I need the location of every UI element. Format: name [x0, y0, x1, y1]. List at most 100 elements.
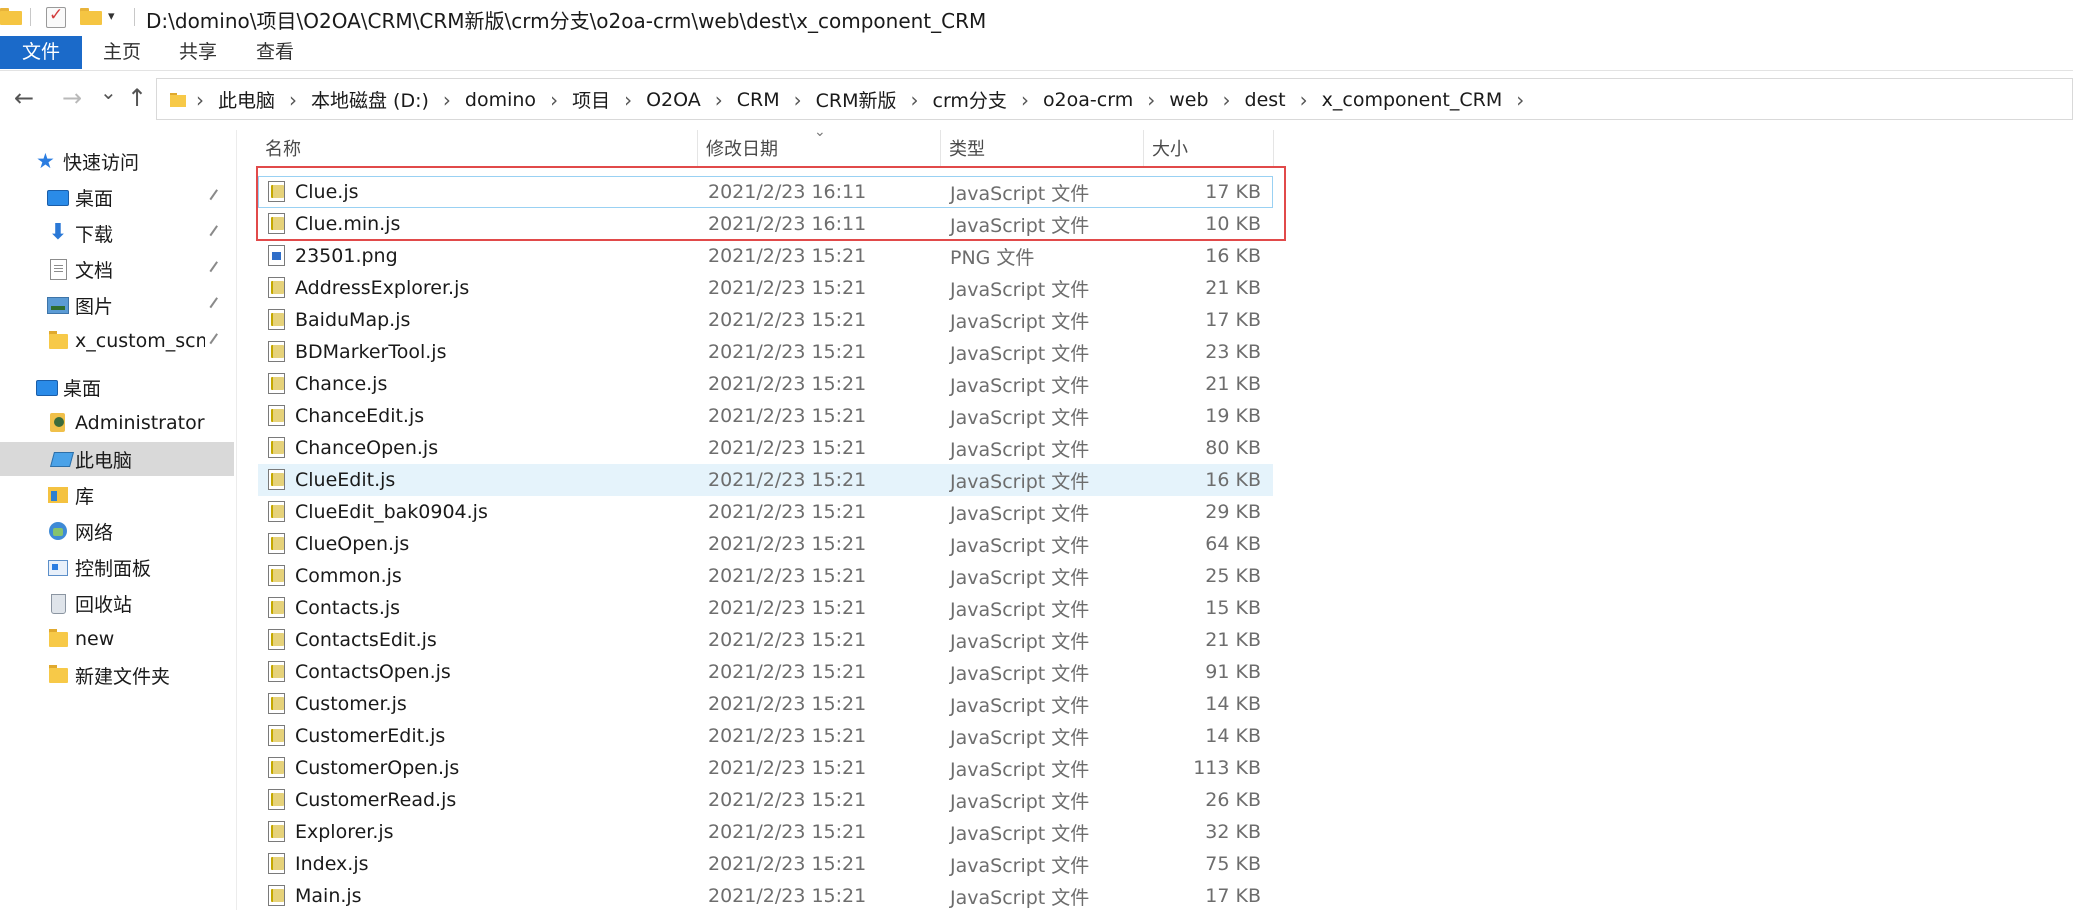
file-type: JavaScript 文件 [950, 566, 1090, 589]
annotation-highlight-box [256, 166, 1286, 241]
file-row[interactable]: CustomerEdit.js 2021/2/23 15:21 JavaScri… [258, 720, 1273, 752]
file-row[interactable]: CustomerRead.js 2021/2/23 15:21 JavaScri… [258, 784, 1273, 816]
breadcrumb-this-pc[interactable]: 此电脑 [208, 86, 285, 113]
tab-home[interactable]: 主页 [103, 36, 141, 69]
breadcrumb-project[interactable]: 项目 [562, 86, 620, 113]
file-row[interactable]: CustomerOpen.js 2021/2/23 15:21 JavaScri… [258, 752, 1273, 784]
breadcrumb-separator[interactable]: › [711, 88, 727, 112]
breadcrumb-o2oa-crm[interactable]: o2oa-crm [1033, 89, 1143, 111]
file-row[interactable]: 23501.png 2021/2/23 15:21 PNG 文件 16 KB [258, 240, 1273, 272]
sidebar-item-this-pc[interactable]: 此电脑 [0, 442, 234, 476]
tab-share[interactable]: 共享 [179, 36, 217, 69]
file-type: JavaScript 文件 [950, 822, 1090, 845]
file-row[interactable]: Chance.js 2021/2/23 15:21 JavaScript 文件 … [258, 368, 1273, 400]
recent-locations-button[interactable]: ⌄ [100, 80, 117, 104]
sidebar-item-desktop[interactable]: 桌面 [0, 370, 234, 404]
file-row[interactable]: ChanceEdit.js 2021/2/23 15:21 JavaScript… [258, 400, 1273, 432]
sidebar-item-new[interactable]: new [0, 622, 234, 656]
breadcrumb-crm-branch[interactable]: crm分支 [923, 86, 1017, 113]
file-name: AddressExplorer.js [295, 277, 470, 299]
breadcrumb-separator[interactable]: › [1017, 88, 1033, 112]
properties-icon[interactable]: ✓ [46, 5, 66, 28]
file-date: 2021/2/23 15:21 [708, 565, 867, 587]
breadcrumb-separator[interactable]: › [439, 88, 455, 112]
breadcrumb-separator[interactable]: › [285, 88, 301, 112]
file-name: BaiduMap.js [295, 309, 411, 331]
sidebar-item-control-panel[interactable]: 控制面板 [0, 550, 234, 584]
column-header-size[interactable]: 大小 [1152, 133, 1188, 167]
breadcrumb-separator[interactable]: › [1219, 88, 1235, 112]
column-divider[interactable] [940, 130, 941, 168]
file-row[interactable]: ContactsEdit.js 2021/2/23 15:21 JavaScri… [258, 624, 1273, 656]
breadcrumb-dest[interactable]: dest [1235, 89, 1296, 111]
file-date: 2021/2/23 15:21 [708, 693, 867, 715]
breadcrumb-o2oa[interactable]: O2OA [636, 89, 711, 111]
tab-view[interactable]: 查看 [256, 36, 294, 69]
file-row[interactable]: ClueOpen.js 2021/2/23 15:21 JavaScript 文… [258, 528, 1273, 560]
sidebar-item-recycle-bin[interactable]: 回收站 [0, 586, 234, 620]
breadcrumb-x-component-crm[interactable]: x_component_CRM [1312, 89, 1513, 111]
file-row[interactable]: ClueEdit.js 2021/2/23 15:21 JavaScript 文… [258, 464, 1273, 496]
breadcrumb-separator[interactable]: › [790, 88, 806, 112]
file-row[interactable]: Main.js 2021/2/23 15:21 JavaScript 文件 17… [258, 880, 1273, 912]
breadcrumb-crm[interactable]: CRM [727, 89, 790, 111]
breadcrumb: › 此电脑 › 本地磁盘 (D:) › domino › 项目 › O2OA ›… [170, 86, 1528, 113]
breadcrumb-domino[interactable]: domino [455, 89, 546, 111]
file-row[interactable]: ContactsOpen.js 2021/2/23 15:21 JavaScri… [258, 656, 1273, 688]
back-button[interactable]: ← [14, 84, 34, 112]
sidebar-item-x-custom-scm[interactable]: x_custom_scm_d [0, 324, 234, 358]
customize-quick-access-icon[interactable]: ▾ [108, 9, 115, 24]
breadcrumb-separator[interactable]: › [620, 88, 636, 112]
breadcrumb-local-disk[interactable]: 本地磁盘 (D:) [301, 86, 439, 113]
breadcrumb-separator[interactable]: › [1143, 88, 1159, 112]
sidebar-item-new-folder[interactable]: 新建文件夹 [0, 658, 234, 692]
column-divider[interactable] [1143, 130, 1144, 168]
file-name: ClueEdit.js [295, 469, 396, 491]
js-file-icon [268, 405, 285, 426]
breadcrumb-separator[interactable]: › [546, 88, 562, 112]
up-button[interactable]: ↑ [127, 84, 147, 112]
breadcrumb-crm-new[interactable]: CRM新版 [806, 86, 907, 113]
forward-button[interactable]: → [62, 84, 82, 112]
file-size: 26 KB [1205, 789, 1261, 811]
file-date: 2021/2/23 15:21 [708, 533, 867, 555]
column-header-name[interactable]: 名称 [265, 133, 301, 167]
sidebar-item-quick-access[interactable]: ★ 快速访问 [0, 144, 234, 178]
column-divider[interactable] [697, 130, 698, 168]
sidebar-item-desktop-pinned[interactable]: 桌面 [0, 180, 234, 214]
pane-splitter[interactable] [236, 130, 237, 910]
tab-file[interactable]: 文件 [0, 36, 82, 69]
file-row[interactable]: Customer.js 2021/2/23 15:21 JavaScript 文… [258, 688, 1273, 720]
file-type: JavaScript 文件 [950, 854, 1090, 877]
sidebar-item-label: 库 [75, 485, 95, 508]
file-type: JavaScript 文件 [950, 406, 1090, 429]
breadcrumb-web[interactable]: web [1159, 89, 1218, 111]
new-folder-icon[interactable] [80, 8, 102, 25]
file-date: 2021/2/23 15:21 [708, 373, 867, 395]
file-date: 2021/2/23 15:21 [708, 245, 867, 267]
sidebar-item-downloads[interactable]: ⬇ 下载 [0, 216, 234, 250]
file-row[interactable]: AddressExplorer.js 2021/2/23 15:21 JavaS… [258, 272, 1273, 304]
recycle-bin-icon [51, 594, 66, 614]
sidebar-item-documents[interactable]: 文档 [0, 252, 234, 286]
column-header-date[interactable]: 修改日期 [706, 133, 778, 167]
breadcrumb-separator[interactable]: › [907, 88, 923, 112]
file-row[interactable]: Common.js 2021/2/23 15:21 JavaScript 文件 … [258, 560, 1273, 592]
js-file-icon [268, 661, 285, 682]
sidebar-item-administrator[interactable]: Administrator [0, 406, 234, 440]
file-row[interactable]: Index.js 2021/2/23 15:21 JavaScript 文件 7… [258, 848, 1273, 880]
file-row[interactable]: ChanceOpen.js 2021/2/23 15:21 JavaScript… [258, 432, 1273, 464]
file-row[interactable]: ClueEdit_bak0904.js 2021/2/23 15:21 Java… [258, 496, 1273, 528]
file-row[interactable]: Contacts.js 2021/2/23 15:21 JavaScript 文… [258, 592, 1273, 624]
sidebar-item-libraries[interactable]: 库 [0, 478, 234, 512]
column-divider[interactable] [1273, 130, 1274, 168]
file-row[interactable]: BDMarkerTool.js 2021/2/23 15:21 JavaScri… [258, 336, 1273, 368]
breadcrumb-separator[interactable]: › [1296, 88, 1312, 112]
breadcrumb-separator[interactable]: › [1512, 88, 1528, 112]
desktop-icon [47, 190, 69, 206]
sidebar-item-pictures[interactable]: 图片 [0, 288, 234, 322]
sidebar-item-network[interactable]: 网络 [0, 514, 234, 548]
file-row[interactable]: Explorer.js 2021/2/23 15:21 JavaScript 文… [258, 816, 1273, 848]
file-row[interactable]: BaiduMap.js 2021/2/23 15:21 JavaScript 文… [258, 304, 1273, 336]
column-header-type[interactable]: 类型 [949, 133, 985, 167]
